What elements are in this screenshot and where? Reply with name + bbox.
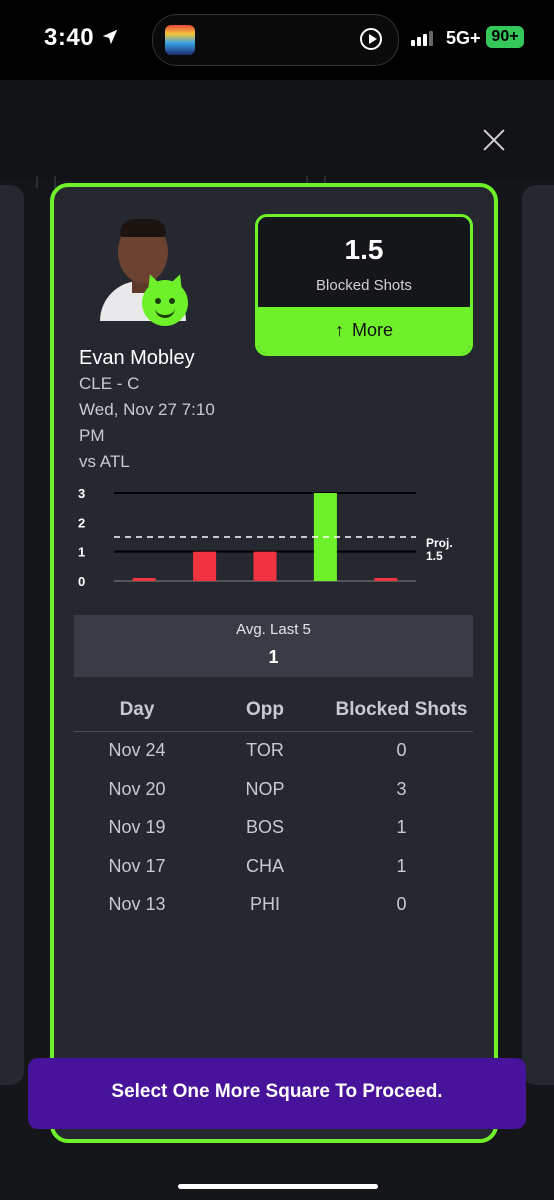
network-type: 5G+ — [446, 28, 481, 48]
cell-day: Nov 17 — [108, 855, 166, 876]
game-time-ampm: PM — [79, 426, 105, 445]
chart-bar — [253, 551, 277, 581]
header-opp: Opp — [246, 699, 284, 720]
table-row: Nov 17 CHA 1 — [74, 848, 473, 887]
cell-opp: BOS — [245, 817, 284, 838]
close-icon[interactable] — [482, 128, 506, 152]
signal-icon — [411, 30, 437, 46]
game-log-table: Day Opp Blocked Shots Nov 24 TOR 0 Nov 2… — [74, 693, 473, 925]
team-position: CLE - C — [79, 374, 140, 393]
table-row: Nov 20 NOP 3 — [74, 771, 473, 810]
last-five-chart: 0 1 2 3 Proj.1.5 — [78, 486, 453, 589]
pick-stat: Blocked Shots — [316, 277, 412, 294]
more-button[interactable]: ↑ More — [258, 307, 470, 353]
cell-stat: 0 — [396, 894, 407, 915]
chart-bar — [193, 551, 217, 581]
game-time: Wed, Nov 27 7:10 — [79, 400, 215, 419]
table-row: Nov 13 PHI 0 — [74, 886, 473, 925]
projection-label: Proj. — [426, 536, 453, 550]
projection-value-label: 1.5 — [426, 549, 443, 563]
player-name: Evan Mobley — [79, 347, 195, 369]
opponent: vs ATL — [79, 452, 130, 471]
more-label: More — [351, 320, 393, 340]
play-icon[interactable] — [360, 28, 382, 50]
cell-opp: NOP — [245, 778, 285, 799]
table-row: Nov 24 TOR 0 — [74, 732, 473, 771]
average-box: Avg. Last 5 1 — [74, 615, 473, 677]
pick-line: 1.5 — [344, 234, 384, 265]
background-card-left — [0, 185, 24, 1085]
chart-bar — [132, 578, 156, 581]
pick-box[interactable]: 1.5 Blocked Shots ↑ More — [255, 214, 473, 356]
cell-day: Nov 13 — [108, 894, 166, 915]
header-stat: Blocked Shots — [335, 699, 468, 720]
cell-opp: TOR — [246, 740, 284, 760]
now-playing-artwork — [165, 25, 195, 55]
chart-bar — [374, 578, 398, 581]
status-time: 3:40 — [44, 24, 95, 51]
cell-stat: 3 — [396, 778, 407, 799]
home-indicator[interactable] — [178, 1184, 378, 1189]
table-row: Nov 19 BOS 1 — [74, 809, 473, 848]
cell-day: Nov 19 — [108, 817, 166, 838]
average-label: Avg. Last 5 — [236, 621, 311, 638]
cell-stat: 0 — [396, 740, 407, 760]
dynamic-island[interactable] — [152, 14, 399, 66]
cell-opp: PHI — [249, 894, 280, 915]
cell-day: Nov 20 — [108, 778, 166, 799]
status-bar: 3:40 5G+ 90+ — [0, 0, 554, 80]
proceed-toast[interactable]: Select One More Square To Proceed. — [28, 1058, 526, 1129]
y-tick-label: 2 — [78, 515, 85, 530]
battery-icon: 90+ — [486, 26, 524, 48]
location-arrow-icon — [102, 29, 118, 45]
arrow-up-icon: ↑ — [334, 320, 344, 340]
background-bars-icon — [36, 176, 56, 188]
header-day: Day — [119, 699, 155, 720]
y-tick-label: 3 — [78, 486, 85, 501]
average-value: 1 — [268, 647, 279, 667]
table-header: Day Opp Blocked Shots — [74, 693, 473, 732]
background-card-right — [522, 185, 554, 1085]
cell-stat: 1 — [396, 855, 407, 876]
cell-stat: 1 — [396, 817, 407, 838]
y-tick-label: 1 — [78, 545, 85, 560]
player-detail-card: Evan Mobley CLE - C Wed, Nov 27 7:10 PM … — [50, 183, 498, 1143]
cell-opp: CHA — [245, 855, 284, 876]
cell-day: Nov 24 — [108, 740, 166, 760]
background-header — [0, 80, 554, 188]
y-tick-label: 0 — [78, 574, 85, 589]
toast-message: Select One More Square To Proceed. — [111, 1081, 443, 1102]
devil-emoji-icon — [142, 280, 188, 326]
